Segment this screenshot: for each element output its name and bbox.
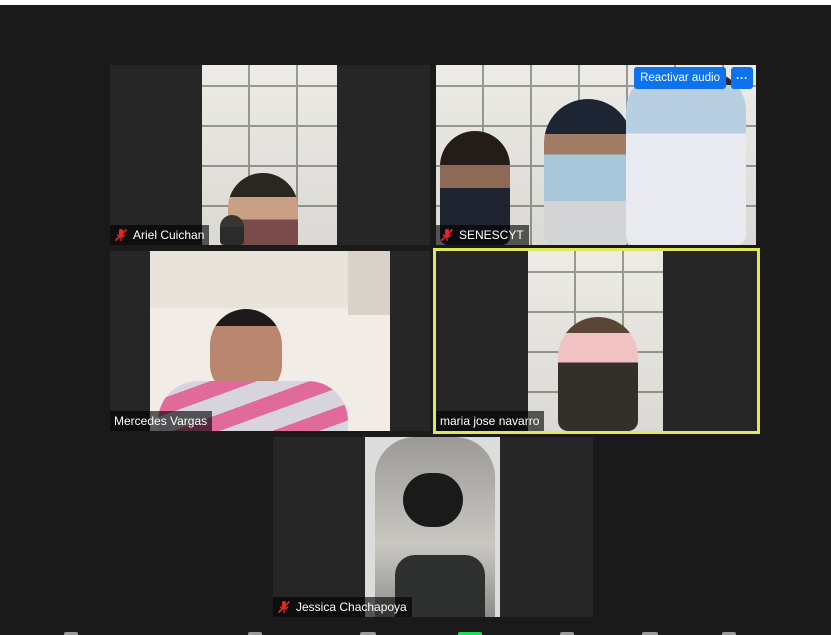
name-tag: Jessica Chachapoya [273,597,412,617]
participant-tile-jessica-chachapoya[interactable]: Jessica Chachapoya [273,437,593,617]
meeting-toolbar [0,631,831,635]
participant-name: maria jose navarro [440,414,540,428]
name-tag: Mercedes Vargas [110,411,213,431]
unmute-audio-button[interactable]: Reactivar audio [634,67,726,89]
participant-name: Ariel Cuichan [133,228,205,242]
participant-video [365,437,500,617]
name-tag: maria jose navarro [436,411,545,431]
muted-mic-icon [114,228,128,242]
participant-tile-ariel-cuichan[interactable]: Ariel Cuichan [110,65,430,245]
person-silhouette [558,317,638,431]
participant-name: Jessica Chachapoya [296,600,407,614]
participant-video [202,65,337,245]
person-silhouette-small [220,215,244,245]
participant-tile-maria-jose-navarro[interactable]: maria jose navarro [433,248,760,434]
participant-video [528,251,663,431]
participant-video [150,251,390,431]
participant-tile-mercedes-vargas[interactable]: Mercedes Vargas [110,251,430,431]
participant-tile-senescyt[interactable]: Reactivar audio ··· SENESCYT [436,65,756,245]
participant-name: Mercedes Vargas [114,414,208,428]
more-options-button[interactable]: ··· [731,67,753,89]
person-silhouette [544,99,632,245]
window-top-edge [0,0,831,5]
person-mask [403,473,463,527]
participant-video [436,65,756,245]
muted-mic-icon [277,600,291,614]
person-silhouette [626,71,746,245]
muted-mic-icon [440,228,454,242]
more-options-icon: ··· [736,71,748,85]
name-tag: Ariel Cuichan [110,225,210,245]
participant-name: SENESCYT [459,228,524,242]
name-tag: SENESCYT [436,225,529,245]
wall-panel [348,251,390,315]
